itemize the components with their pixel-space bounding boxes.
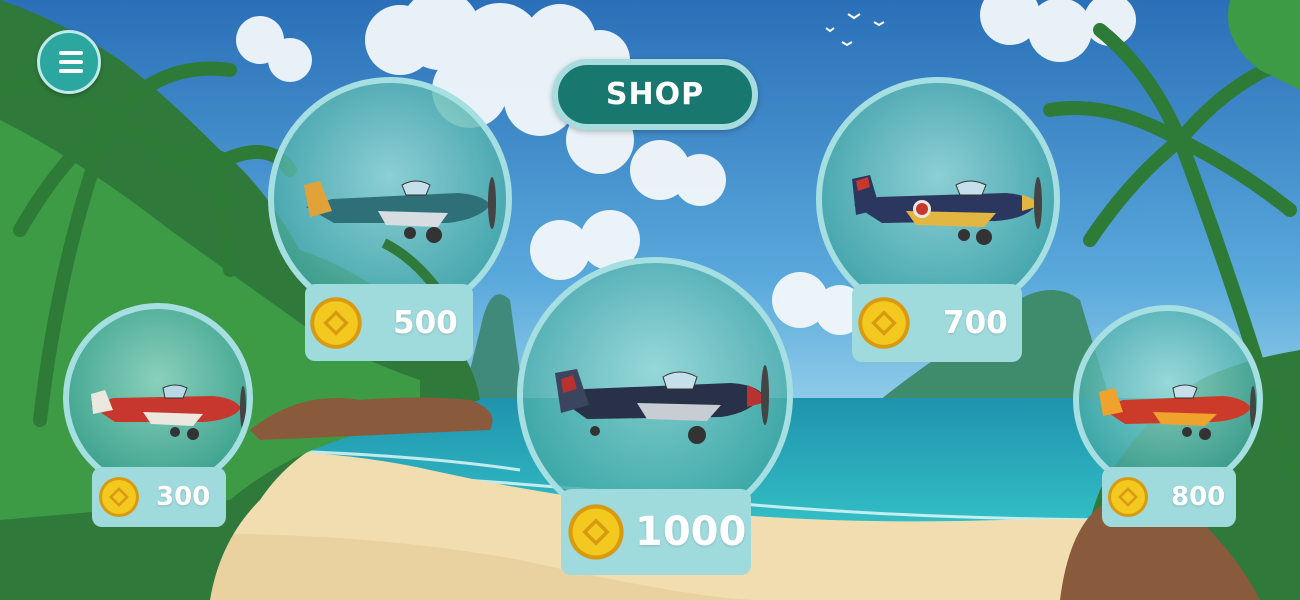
price-label: 700: [943, 305, 1008, 341]
price-label: 1000: [635, 509, 747, 555]
shop-title: SHOP: [552, 59, 758, 130]
shop-item-teal-plane[interactable]: 500: [268, 77, 512, 361]
gold-coin-icon: [1108, 477, 1148, 517]
shop-item-navy-yellow-plane[interactable]: 700: [816, 77, 1060, 362]
shop-item-navy-red-plane[interactable]: 1000: [517, 257, 793, 575]
gold-coin-icon: [858, 297, 910, 349]
plane-bubble: [63, 303, 253, 493]
hamburger-menu-icon: [40, 33, 98, 91]
navy-yellow-plane-icon: [852, 175, 1042, 245]
price-tag: 800: [1102, 467, 1236, 527]
price-label: 300: [156, 482, 211, 512]
red-white-plane-icon: [91, 384, 246, 440]
menu-button[interactable]: [37, 30, 101, 94]
price-label: 500: [393, 304, 458, 341]
teal-plane-icon: [304, 177, 496, 315]
price-tag: 500: [305, 284, 473, 361]
shop-item-red-orange-plane[interactable]: 800: [1073, 305, 1269, 527]
gold-coin-icon: [99, 477, 139, 517]
gold-coin-icon: [568, 504, 624, 560]
shop-item-red-white-plane[interactable]: 300: [63, 303, 261, 527]
red-orange-plane-icon: [1099, 384, 1256, 440]
price-label: 800: [1171, 482, 1226, 512]
price-tag: 700: [852, 284, 1022, 362]
navy-red-plane-icon: [555, 365, 769, 444]
price-tag: 1000: [561, 489, 751, 575]
price-tag: 300: [92, 467, 226, 527]
gold-coin-icon: [310, 296, 362, 349]
